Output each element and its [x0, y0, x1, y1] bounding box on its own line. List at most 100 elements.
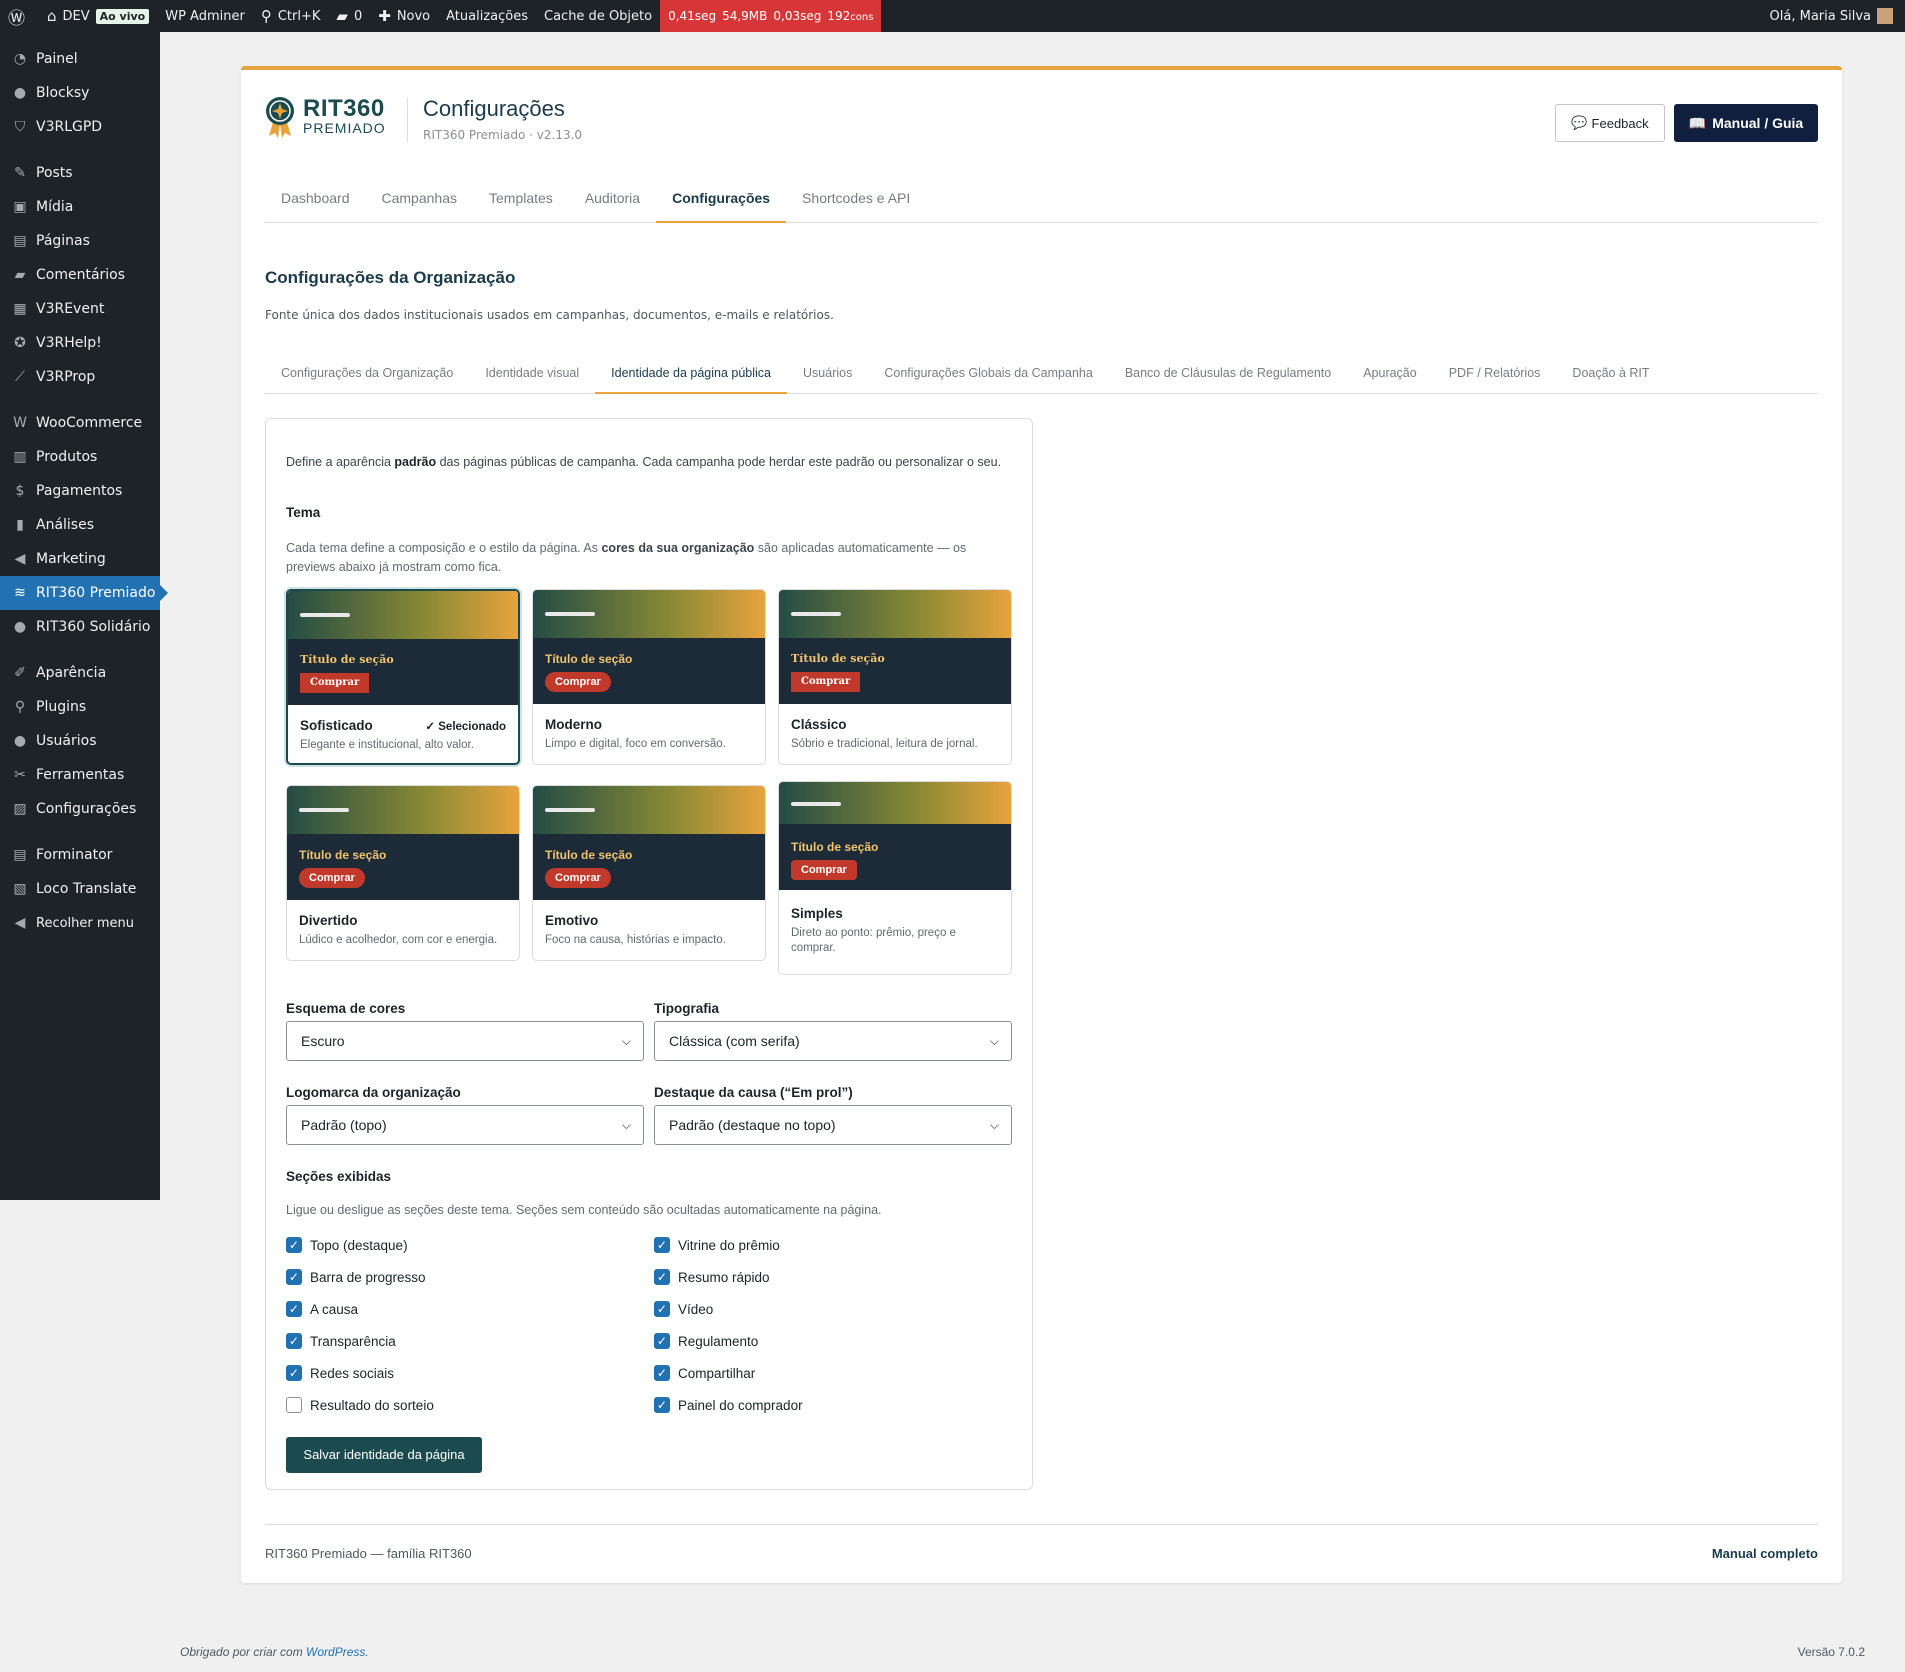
- sidebar-item[interactable]: ▥ Produtos: [0, 440, 160, 474]
- sidebar-item[interactable]: ≋ RIT360 Premiado: [0, 576, 168, 610]
- chart-icon: ⟋: [15, 369, 25, 385]
- sidebar-item[interactable]: ✐ Aparência: [0, 656, 160, 690]
- theme-card[interactable]: Título de seção Comprar Clássico Sóbrio e t…: [778, 589, 1012, 765]
- checkbox-checked-icon[interactable]: ✓: [654, 1333, 670, 1349]
- sidebar-item[interactable]: ▤ Forminator: [0, 838, 160, 872]
- checkbox-checked-icon[interactable]: ✓: [286, 1365, 302, 1381]
- checkbox-checked-icon[interactable]: ✓: [654, 1397, 670, 1413]
- sidebar-item[interactable]: ▧ Loco Translate: [0, 872, 160, 906]
- sidebar-item[interactable]: ● Blocksy: [0, 76, 160, 110]
- sidebar-item[interactable]: ● Usuários: [0, 724, 160, 758]
- settings-sub-tab[interactable]: Identidade visual: [469, 362, 595, 394]
- sidebar-item[interactable]: ◀ Recolher menu: [0, 906, 160, 940]
- sidebar-item[interactable]: ▰ Comentários: [0, 258, 160, 292]
- theme-description: Elegante e institucional, alto valor.: [300, 739, 474, 751]
- sidebar-item[interactable]: ✪ V3RHelp!: [0, 326, 160, 360]
- sidebar-item[interactable]: ⚲ Plugins: [0, 690, 160, 724]
- main-tab[interactable]: Dashboard: [265, 183, 366, 223]
- cause-highlight-select[interactable]: Padrão (destaque no topo) ⌵: [654, 1105, 1012, 1145]
- settings-sub-tab[interactable]: Identidade da página pública: [595, 362, 788, 394]
- section-toggle[interactable]: ✓ Transparência: [286, 1333, 396, 1349]
- main-tab[interactable]: Shortcodes e API: [786, 183, 926, 223]
- checkbox-checked-icon[interactable]: ✓: [286, 1269, 302, 1285]
- sidebar-item[interactable]: ◀ Marketing: [0, 542, 160, 576]
- object-cache-link[interactable]: Cache de Objeto: [536, 0, 660, 32]
- save-page-identity-button[interactable]: Salvar identidade da página: [286, 1437, 482, 1473]
- sidebar-item[interactable]: W WooCommerce: [0, 406, 160, 440]
- checkbox-checked-icon[interactable]: ✓: [286, 1301, 302, 1317]
- checkbox-checked-icon[interactable]: ✓: [654, 1269, 670, 1285]
- comments-count: 0: [353, 8, 363, 24]
- settings-sub-tab[interactable]: Configurações da Organização: [265, 362, 469, 394]
- settings-sub-tab[interactable]: Doação à RIT: [1556, 362, 1665, 394]
- section-toggle[interactable]: ✓ Vídeo: [654, 1301, 713, 1317]
- section-toggle-label: Transparência: [310, 1333, 396, 1349]
- sidebar-item[interactable]: ◔ Painel: [0, 42, 160, 76]
- theme-name: Clássico: [791, 717, 847, 732]
- sidebar-item[interactable]: ▣ Mídia: [0, 190, 160, 224]
- main-tab[interactable]: Configurações: [656, 183, 787, 223]
- theme-card[interactable]: Título de seção Comprar Emotivo Foco na cau…: [532, 785, 766, 961]
- section-toggle[interactable]: ✓ Resumo rápido: [654, 1269, 770, 1285]
- section-toggle[interactable]: ✓ Painel do comprador: [654, 1397, 803, 1413]
- section-toggle[interactable]: ✓ Compartilhar: [654, 1365, 755, 1381]
- checkbox-checked-icon[interactable]: ✓: [654, 1237, 670, 1253]
- preview-heading: Título de seção: [545, 848, 633, 862]
- main-tab[interactable]: Auditoria: [569, 183, 656, 223]
- sidebar-item[interactable]: ● RIT360 Solidário: [0, 610, 160, 644]
- search-shortcut[interactable]: ⚲ Ctrl+K: [253, 0, 329, 32]
- updates-link[interactable]: Atualizações: [438, 0, 536, 32]
- checkbox-checked-icon[interactable]: ✓: [286, 1237, 302, 1253]
- sidebar-item[interactable]: ✎ Posts: [0, 156, 160, 190]
- feedback-button[interactable]: 💬 Feedback: [1555, 104, 1665, 142]
- sidebar-item[interactable]: ▤ Páginas: [0, 224, 160, 258]
- main-tab[interactable]: Campanhas: [366, 183, 474, 223]
- sidebar-item[interactable]: ▮ Análises: [0, 508, 160, 542]
- collapse-icon: ◀: [14, 915, 26, 931]
- site-name-link[interactable]: ⌂ DEV Ao vivo: [39, 0, 157, 32]
- section-toggle[interactable]: ✓ Topo (destaque): [286, 1237, 408, 1253]
- settings-sub-tab[interactable]: Configurações Globais da Campanha: [868, 362, 1108, 394]
- section-toggle[interactable]: ✓ Regulamento: [654, 1333, 758, 1349]
- wp-adminer-link[interactable]: WP Adminer: [157, 0, 253, 32]
- sidebar-item[interactable]: ▨ Configurações: [0, 792, 160, 826]
- checkbox-checked-icon[interactable]: ✓: [654, 1365, 670, 1381]
- sidebar-item[interactable]: ▦ V3REvent: [0, 292, 160, 326]
- manual-guide-button[interactable]: 📖 Manual / Guia: [1674, 104, 1818, 142]
- theme-card[interactable]: Título de seção Comprar Moderno Limpo e dig…: [532, 589, 766, 765]
- section-toggle[interactable]: ✓ Vitrine do prêmio: [654, 1237, 780, 1253]
- sidebar-item[interactable]: $ Pagamentos: [0, 474, 160, 508]
- selected-badge: ✓ Selecionado: [425, 721, 506, 733]
- full-manual-link[interactable]: Manual completo: [1712, 1546, 1818, 1561]
- comments-link[interactable]: ▰ 0: [328, 0, 370, 32]
- preview-line: [300, 613, 350, 617]
- settings-sub-tab[interactable]: Usuários: [787, 362, 868, 394]
- typography-select[interactable]: Clássica (com serifa) ⌵: [654, 1021, 1012, 1061]
- theme-card[interactable]: Título de seção Comprar Divertido Lúdico e …: [286, 785, 520, 961]
- section-toggle[interactable]: ✓ Barra de progresso: [286, 1269, 426, 1285]
- settings-sub-tab[interactable]: Banco de Cláusulas de Regulamento: [1109, 362, 1347, 394]
- section-toggle[interactable]: Resultado do sorteio: [286, 1397, 434, 1413]
- query-monitor-stats[interactable]: 0,41seg 54,9MB 0,03seg 192cons: [660, 0, 882, 32]
- settings-sub-tab[interactable]: PDF / Relatórios: [1433, 362, 1557, 394]
- sidebar-item[interactable]: ⛉ V3RLGPD: [0, 110, 160, 144]
- sidebar-item[interactable]: ✂ Ferramentas: [0, 758, 160, 792]
- wordpress-link[interactable]: WordPress: [306, 1645, 365, 1659]
- preview-body: [533, 834, 765, 900]
- checkbox-unchecked-icon[interactable]: [286, 1397, 302, 1413]
- checkbox-checked-icon[interactable]: ✓: [286, 1333, 302, 1349]
- my-account-link[interactable]: Olá, Maria Silva: [1762, 0, 1905, 32]
- main-tab[interactable]: Templates: [473, 183, 569, 223]
- theme-card[interactable]: Título de seção Comprar Simples Direto ao p…: [778, 781, 1012, 975]
- logo-select[interactable]: Padrão (topo) ⌵: [286, 1105, 644, 1145]
- new-content-link[interactable]: ✚ Novo: [370, 0, 438, 32]
- sidebar-item-label: V3RHelp!: [36, 335, 102, 351]
- theme-card[interactable]: Título de seção Comprar Sofisticado ✓ Selec…: [286, 589, 520, 765]
- color-scheme-select[interactable]: Escuro ⌵: [286, 1021, 644, 1061]
- settings-sub-tab[interactable]: Apuração: [1347, 362, 1433, 394]
- sidebar-item[interactable]: ⟋ V3RProp: [0, 360, 160, 394]
- section-toggle[interactable]: ✓ Redes sociais: [286, 1365, 394, 1381]
- wordpress-logo-icon[interactable]: Ⓦ: [0, 0, 39, 32]
- section-toggle[interactable]: ✓ A causa: [286, 1301, 358, 1317]
- checkbox-checked-icon[interactable]: ✓: [654, 1301, 670, 1317]
